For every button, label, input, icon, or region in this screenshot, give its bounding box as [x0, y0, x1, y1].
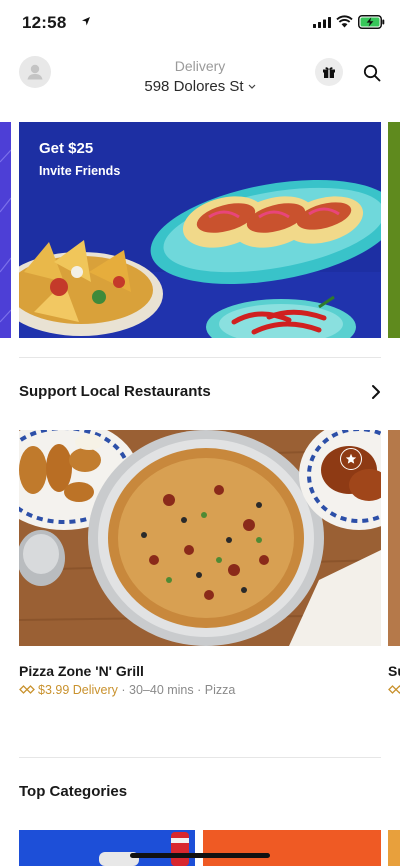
store-meta-next — [388, 683, 400, 697]
search-button[interactable] — [359, 60, 385, 86]
category-tile[interactable] — [203, 830, 381, 866]
category-tile[interactable] — [19, 830, 195, 866]
app-header: Delivery 598 Dolores St — [0, 48, 400, 108]
category-tile-next[interactable] — [388, 830, 400, 866]
store-image-next[interactable] — [388, 430, 400, 646]
divider — [19, 357, 381, 358]
star-icon — [345, 453, 357, 464]
address-text: 598 Dolores St — [144, 78, 244, 95]
divider — [19, 757, 381, 758]
store-name[interactable]: Pizza Zone 'N' Grill — [19, 663, 144, 679]
wifi-icon — [336, 15, 353, 28]
favorite-button[interactable] — [340, 448, 362, 470]
status-time: 12:58 — [22, 13, 67, 32]
promo-title: Get $25 — [39, 140, 94, 157]
dashpass-icon — [19, 685, 35, 694]
status-bar: 12:58 — [0, 0, 400, 48]
store-name-next[interactable]: Su — [388, 663, 400, 679]
promo-card-next[interactable] — [388, 122, 400, 338]
location-arrow-icon — [82, 17, 90, 26]
promo-pattern — [0, 149, 11, 323]
section-title-top-categories[interactable]: Top Categories — [19, 783, 127, 800]
promo-banner-invite-friends[interactable]: Get $25 Invite Friends — [19, 122, 381, 338]
section-title-support-local[interactable]: Support Local Restaurants — [19, 383, 211, 400]
gift-button[interactable] — [315, 58, 343, 86]
dashpass-icon — [388, 685, 400, 694]
promo-card-previous[interactable] — [0, 122, 11, 338]
store-details: · 30–40 mins · Pizza — [117, 683, 236, 697]
home-indicator[interactable] — [130, 853, 270, 858]
store-image-pizza-zone[interactable] — [19, 430, 381, 646]
pizza-image — [19, 430, 381, 646]
gift-icon — [323, 67, 335, 78]
chevron-right-icon[interactable] — [370, 384, 382, 400]
store-meta: $3.99 Delivery · 30–40 mins · Pizza — [19, 683, 235, 697]
promo-subtitle: Invite Friends — [39, 164, 121, 178]
battery-charging-icon — [358, 15, 385, 29]
category-image — [99, 832, 189, 866]
cellular-signal-icon — [313, 17, 331, 28]
chevron-down-icon — [248, 84, 256, 89]
search-icon — [363, 64, 381, 82]
delivery-fee: $3.99 Delivery — [38, 683, 118, 697]
